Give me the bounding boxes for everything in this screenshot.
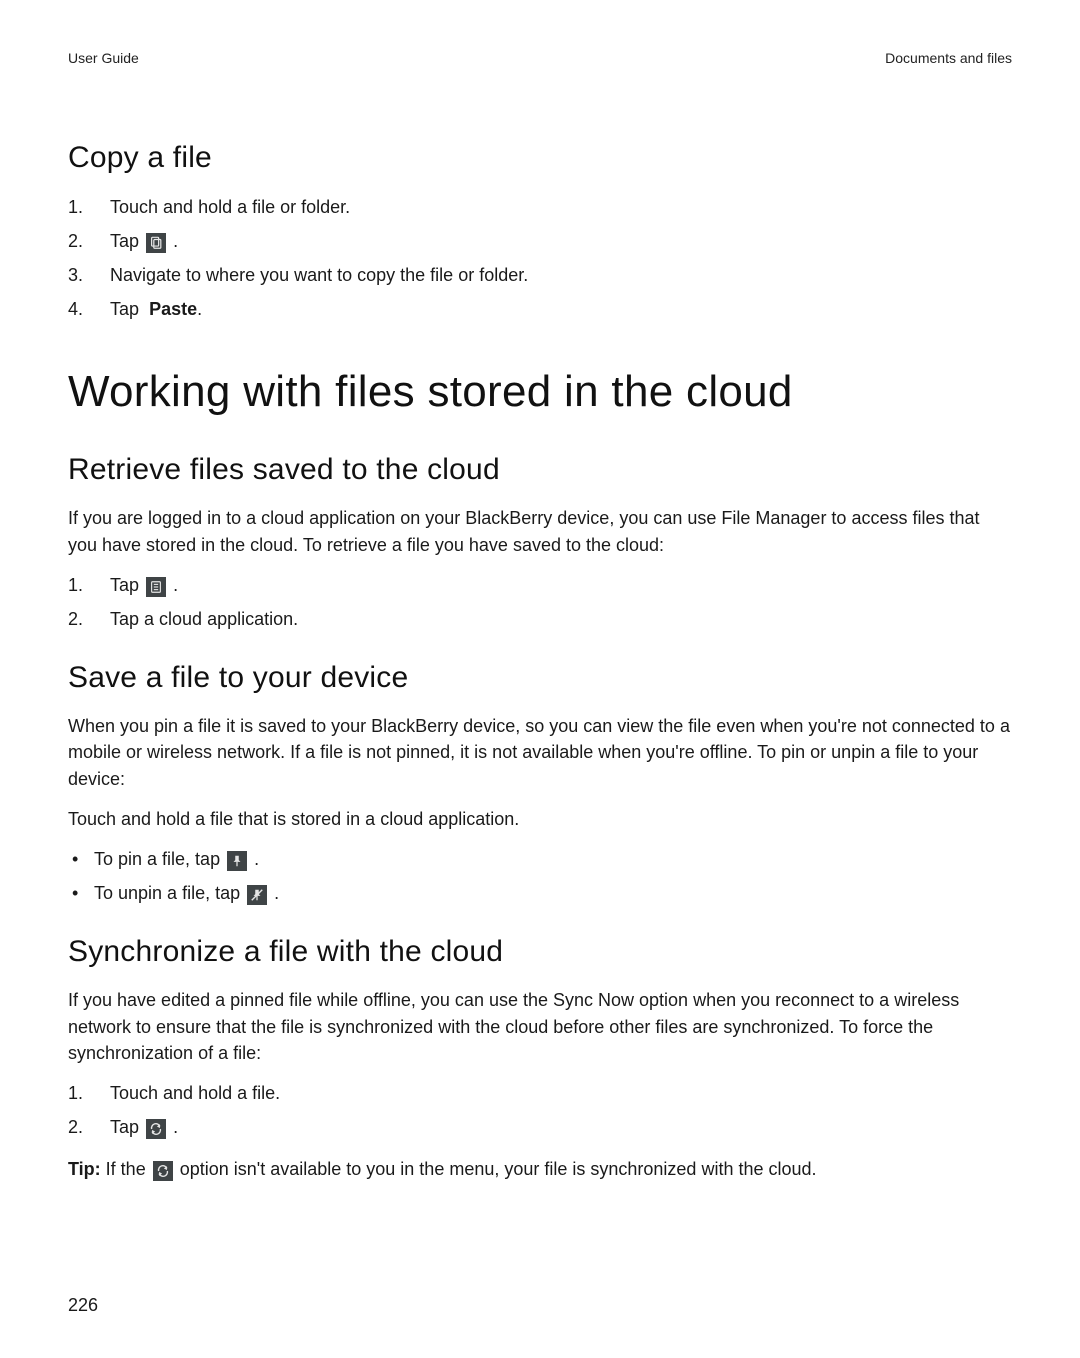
unpin-icon [247,885,267,905]
copy-step-1-text: Touch and hold a file or folder. [110,197,350,217]
tip-label: Tip: [68,1159,101,1179]
section-title-copy: Copy a file [68,136,1012,180]
section-title-save: Save a file to your device [68,656,1012,700]
copy-step-1: Touch and hold a file or folder. [68,194,1012,220]
period: . [173,1117,178,1137]
pin-icon [227,851,247,871]
section-title-retrieve: Retrieve files saved to the cloud [68,448,1012,492]
copy-step-3: Navigate to where you want to copy the f… [68,262,1012,288]
retrieve-step-2-text: Tap a cloud application. [110,609,298,629]
copy-step-4-text: Tap [110,299,139,319]
sync-para: If you have edited a pinned file while o… [68,987,1012,1065]
copy-step-2: Tap . [68,228,1012,254]
page-header: User Guide Documents and files [68,48,1012,68]
copy-step-4: Tap Paste. [68,296,1012,322]
copy-step-3-text: Navigate to where you want to copy the f… [110,265,528,285]
period: . [274,883,279,903]
paste-bold: Paste [149,299,197,319]
copy-steps: Touch and hold a file or folder. Tap . N… [68,194,1012,322]
sync-step-2-text: Tap [110,1117,139,1137]
header-left: User Guide [68,48,139,68]
sync-tip: Tip: If the option isn't available to yo… [68,1156,1012,1182]
retrieve-step-2: Tap a cloud application. [68,606,1012,632]
period: . [173,575,178,595]
sync-step-1-text: Touch and hold a file. [110,1083,280,1103]
retrieve-steps: Tap . Tap a cloud application. [68,572,1012,632]
period: . [254,849,259,869]
retrieve-para: If you are logged in to a cloud applicat… [68,505,1012,557]
save-bullet-unpin-text: To unpin a file, tap [94,883,240,903]
retrieve-step-1-text: Tap [110,575,139,595]
header-right: Documents and files [885,48,1012,68]
sync-step-1: Touch and hold a file. [68,1080,1012,1106]
save-instruction: Touch and hold a file that is stored in … [68,806,1012,832]
copy-icon [146,233,166,253]
save-bullet-pin: To pin a file, tap . [68,846,1012,872]
menu-icon [146,577,166,597]
save-bullet-unpin: To unpin a file, tap . [68,880,1012,906]
save-para: When you pin a file it is saved to your … [68,713,1012,791]
sync-icon-inline [153,1161,173,1181]
sync-icon [146,1119,166,1139]
retrieve-step-1: Tap . [68,572,1012,598]
main-title: Working with files stored in the cloud [68,360,1012,424]
section-title-sync: Synchronize a file with the cloud [68,930,1012,974]
copy-step-2-text: Tap [110,231,139,251]
sync-step-2: Tap . [68,1114,1012,1140]
save-bullet-pin-text: To pin a file, tap [94,849,220,869]
tip-before: If the [101,1159,151,1179]
sync-steps: Touch and hold a file. Tap . [68,1080,1012,1140]
save-bullets: To pin a file, tap . To unpin a file, ta… [68,846,1012,906]
period: . [173,231,178,251]
tip-after: option isn't available to you in the men… [180,1159,817,1179]
copy-step-4-suffix: . [197,299,202,319]
